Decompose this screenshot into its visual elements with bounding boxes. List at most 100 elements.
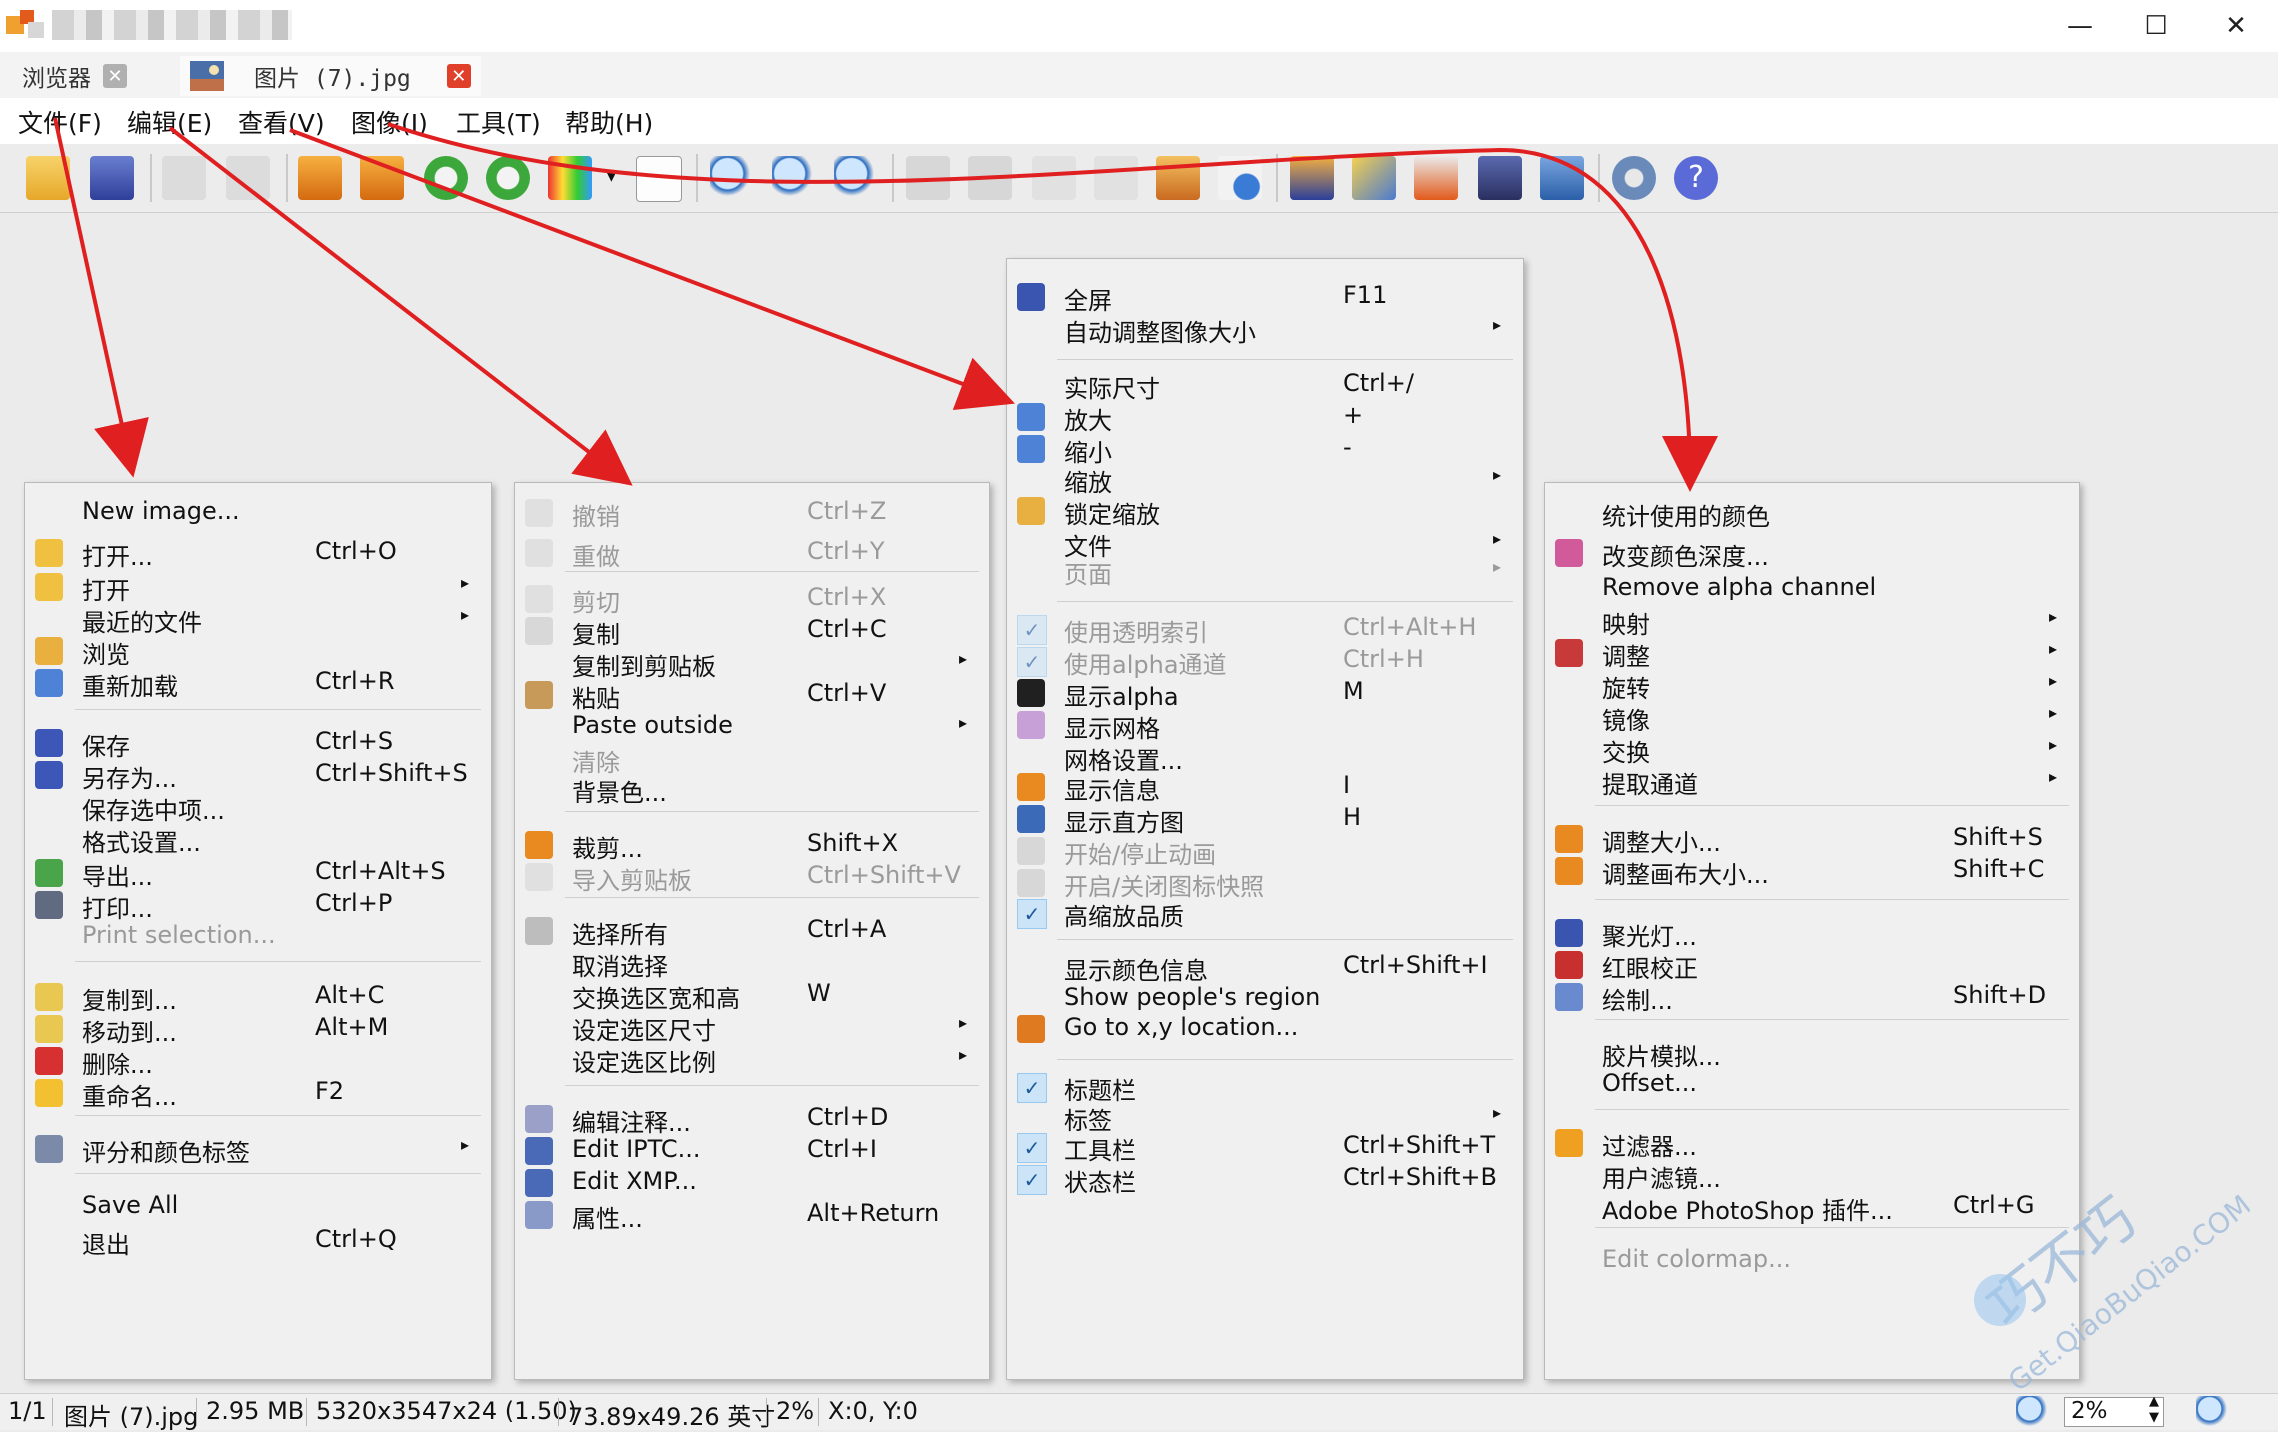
menu-item-show-histogram[interactable]: 显示直方图 H [1007, 801, 1523, 837]
crop-icon[interactable] [298, 156, 342, 200]
menu-item-paste[interactable]: 粘贴 Ctrl+V [515, 677, 989, 713]
tab-close-icon[interactable]: ✕ [446, 64, 471, 88]
zoom-in-icon[interactable] [710, 156, 754, 200]
first-page-icon[interactable] [1032, 156, 1076, 200]
menu-item-set-selection-size[interactable]: 设定选区尺寸 ▸ [515, 1009, 989, 1045]
zoom-out-icon[interactable] [834, 156, 878, 200]
menu-item-crop[interactable]: 裁剪... Shift+X [515, 827, 989, 863]
menu-item-show-alpha[interactable]: 显示alpha M [1007, 675, 1523, 711]
menu-item-resize[interactable]: 调整大小... Shift+S [1545, 821, 2079, 857]
save-icon[interactable] [90, 156, 134, 200]
menu-item-print[interactable]: 打印... Ctrl+P [25, 887, 491, 923]
close-window-button[interactable]: ✕ [2196, 0, 2276, 52]
menu-item-remove-alpha[interactable]: Remove alpha channel [1545, 571, 2079, 607]
menu-item-select-all[interactable]: 选择所有 Ctrl+A [515, 913, 989, 949]
menu-item-adjust[interactable]: 调整 ▸ [1545, 635, 2079, 671]
menu-item-zoom[interactable]: 缩放 ▸ [1007, 461, 1523, 497]
paint-icon[interactable] [1352, 156, 1396, 200]
menu-item-browse[interactable]: 浏览 [25, 633, 491, 669]
menu-item-format-settings[interactable]: 格式设置... [25, 821, 491, 857]
menu-item-auto-resize[interactable]: 自动调整图像大小 ▸ [1007, 311, 1523, 347]
menu-item-copy-to[interactable]: 复制到... Alt+C [25, 979, 491, 1015]
menu-item-set-selection-ratio[interactable]: 设定选区比例 ▸ [515, 1041, 989, 1077]
menu-item-go-to-location[interactable]: Go to x,y location... [1007, 1011, 1523, 1047]
menu-item-open[interactable]: 打开 ▸ [25, 569, 491, 605]
menu-item-swap-selection[interactable]: 交换选区宽和高 W [515, 977, 989, 1013]
color-adjust-icon[interactable] [548, 156, 592, 200]
resize-icon[interactable] [360, 156, 404, 200]
menu-file[interactable]: 文件(F) [18, 104, 102, 140]
menu-item-red-eye[interactable]: 红眼校正 [1545, 947, 2079, 983]
menu-item-rename[interactable]: 重命名... F2 [25, 1075, 491, 1111]
menu-item-show-grid[interactable]: 显示网格 [1007, 707, 1523, 743]
menu-item-rating-color-labels[interactable]: 评分和颜色标签 ▸ [25, 1131, 491, 1167]
open-folder-icon[interactable] [26, 156, 70, 200]
menu-item-exit[interactable]: 退出 Ctrl+Q [25, 1223, 491, 1259]
menu-item-count-colors[interactable]: 统计使用的颜色 [1545, 495, 2079, 531]
menu-image[interactable]: 图像(I) [351, 104, 428, 140]
menu-item-photoshop-plugins[interactable]: Adobe PhotoShop 插件... Ctrl+G [1545, 1189, 2079, 1225]
menu-item-save-all[interactable]: Save All [25, 1189, 491, 1225]
menu-item-lock-zoom[interactable]: 锁定缩放 [1007, 493, 1523, 529]
menu-item-offset[interactable]: Offset... [1545, 1067, 2079, 1103]
menu-item-show-info[interactable]: 显示信息 I [1007, 769, 1523, 805]
info-icon[interactable] [1218, 156, 1262, 200]
menu-edit[interactable]: 编辑(E) [127, 104, 212, 140]
menu-tools[interactable]: 工具(T) [456, 104, 541, 140]
histogram-icon[interactable] [636, 156, 682, 202]
menu-item-reload[interactable]: 重新加载 Ctrl+R [25, 665, 491, 701]
menu-item-swap[interactable]: 交换 ▸ [1545, 731, 2079, 767]
menu-item-fullscreen[interactable]: 全屏 F11 [1007, 279, 1523, 315]
tab-image[interactable]: 图片 (7).jpg ✕ [180, 56, 481, 96]
menu-item-mirror[interactable]: 镜像 ▸ [1545, 699, 2079, 735]
tab-close-icon[interactable]: ✕ [103, 64, 127, 88]
menu-item-move-to[interactable]: 移动到... Alt+M [25, 1011, 491, 1047]
menu-item-edit-comment[interactable]: 编辑注释... Ctrl+D [515, 1101, 989, 1137]
menu-item-properties[interactable]: 属性... Alt+Return [515, 1197, 989, 1233]
dropdown-arrow-icon[interactable]: ▼ [606, 168, 617, 184]
tab-browser[interactable]: 浏览器 ✕ [22, 56, 127, 96]
menu-item-edit-iptc[interactable]: Edit IPTC... Ctrl+I [515, 1133, 989, 1169]
menu-item-film-emulation[interactable]: 胶片模拟... [1545, 1035, 2079, 1071]
menu-item-copy-to-clipboard[interactable]: 复制到剪贴板 ▸ [515, 645, 989, 681]
menu-item-filters[interactable]: 过滤器... [1545, 1125, 2079, 1161]
menu-item-save-as[interactable]: 另存为... Ctrl+Shift+S [25, 757, 491, 793]
menu-item-canvas-size[interactable]: 调整画布大小... Shift+C [1545, 853, 2079, 889]
menu-item-export[interactable]: 导出... Ctrl+Alt+S [25, 855, 491, 891]
menu-item-delete[interactable]: 删除... [25, 1043, 491, 1079]
menu-item-deselect[interactable]: 取消选择 [515, 945, 989, 981]
menu-item-show-color-info[interactable]: 显示颜色信息 Ctrl+Shift+I [1007, 949, 1523, 985]
help-icon[interactable]: ? [1674, 156, 1718, 200]
status-zoom-in-icon[interactable] [2016, 1396, 2050, 1428]
menu-item-rotate[interactable]: 旋转 ▸ [1545, 667, 2079, 703]
menu-item-high-zoom-quality[interactable]: ✓ 高缩放品质 [1007, 895, 1523, 931]
menu-item-extract-channel[interactable]: 提取通道 ▸ [1545, 763, 2079, 799]
zoom-value-input[interactable]: 2% ▲ ▼ [2064, 1394, 2164, 1427]
menu-help[interactable]: 帮助(H) [565, 104, 653, 140]
menu-item-map[interactable]: 映射 ▸ [1545, 603, 2079, 639]
menu-item-paste-outside[interactable]: Paste outside ▸ [515, 709, 989, 745]
menu-item-new-image[interactable]: New image... [25, 495, 491, 531]
scan-icon[interactable] [1478, 156, 1522, 200]
maximize-button[interactable]: ☐ [2116, 0, 2196, 52]
redo-icon[interactable] [226, 156, 270, 200]
next-arrow-icon[interactable] [968, 156, 1012, 200]
menu-item-copy[interactable]: 复制 Ctrl+C [515, 613, 989, 649]
menu-item-zoom-in[interactable]: 放大 + [1007, 399, 1523, 435]
undo-icon[interactable] [162, 156, 206, 200]
slideshow-icon[interactable] [1156, 156, 1200, 200]
menu-view[interactable]: 查看(V) [238, 104, 325, 140]
rotate-left-icon[interactable] [424, 156, 468, 200]
menu-item-recent-files[interactable]: 最近的文件 ▸ [25, 601, 491, 637]
minimize-button[interactable]: — [2040, 0, 2120, 52]
menu-item-user-filters[interactable]: 用户滤镜... [1545, 1157, 2079, 1193]
menu-item-open-dialog[interactable]: 打开... Ctrl+O [25, 535, 491, 571]
menu-item-toolbar[interactable]: ✓ 工具栏 Ctrl+Shift+T [1007, 1129, 1523, 1165]
menu-item-save[interactable]: 保存 Ctrl+S [25, 725, 491, 761]
zoom-actual-icon[interactable] [772, 156, 816, 200]
menu-item-spotlight[interactable]: 聚光灯... [1545, 915, 2079, 951]
last-page-icon[interactable] [1094, 156, 1138, 200]
status-zoom-out-icon[interactable] [2196, 1396, 2230, 1428]
print-icon[interactable] [1414, 156, 1458, 200]
menu-item-background-color[interactable]: 背景色... [515, 771, 989, 807]
